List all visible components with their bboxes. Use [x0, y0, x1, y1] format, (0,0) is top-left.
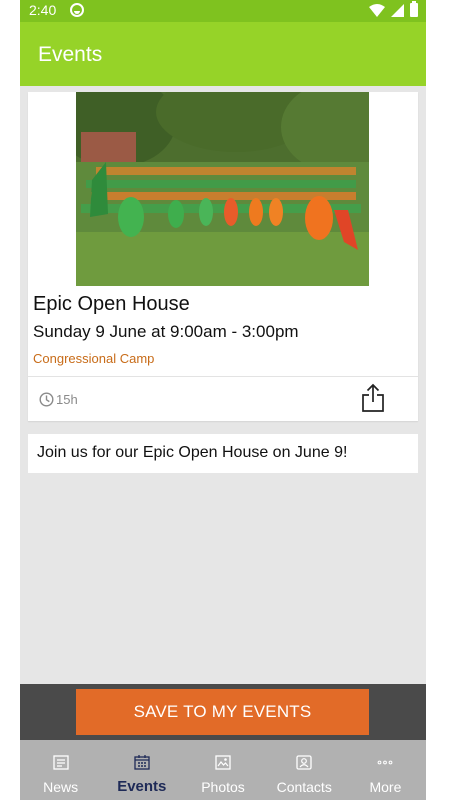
newspaper-icon	[52, 755, 69, 770]
event-photo	[76, 92, 369, 286]
share-button[interactable]	[361, 383, 385, 413]
event-description-card: Join us for our Epic Open House on June …	[28, 434, 418, 473]
nav-label-news: News	[43, 779, 79, 795]
contact-card-icon	[296, 755, 312, 770]
calendar-icon	[134, 755, 150, 770]
nav-label-events: Events	[117, 778, 167, 795]
cell-signal-icon	[391, 3, 404, 17]
status-indicators	[369, 1, 418, 17]
app-notification-icon	[70, 3, 84, 17]
nav-item-photos[interactable]: Photos	[182, 740, 263, 800]
event-card: Epic Open House Sunday 9 June at 9:00am …	[28, 92, 418, 421]
status-bar: 2:40	[20, 0, 426, 22]
event-datetime: Sunday 9 June at 9:00am - 3:00pm	[33, 322, 299, 341]
nav-item-events[interactable]: Events	[101, 740, 182, 800]
event-title: Epic Open House	[33, 293, 190, 315]
bottom-navigation: News Events Photos Contacts More	[20, 740, 426, 800]
save-bar: SAVE TO MY EVENTS	[20, 684, 426, 740]
events-screen: 2:40 Events Epic Open House Sunday 9 Jun…	[20, 0, 426, 800]
nav-label-more: More	[369, 779, 402, 795]
nav-label-contacts: Contacts	[276, 779, 332, 795]
more-dots-icon	[378, 760, 393, 765]
battery-icon	[410, 1, 418, 17]
wifi-icon	[369, 3, 385, 17]
card-divider	[28, 376, 418, 377]
photo-icon	[215, 755, 231, 770]
event-description: Join us for our Epic Open House on June …	[37, 444, 348, 461]
nav-item-contacts[interactable]: Contacts	[264, 740, 345, 800]
event-location: Congressional Camp	[33, 351, 155, 366]
status-time: 2:40	[29, 2, 57, 18]
nav-item-more[interactable]: More	[345, 740, 426, 800]
page-title: Events	[38, 43, 103, 66]
nav-label-photos: Photos	[201, 779, 245, 795]
clock-icon	[39, 392, 54, 407]
nav-item-news[interactable]: News	[20, 740, 101, 800]
app-bar: Events	[20, 22, 426, 86]
save-to-my-events-button[interactable]: SAVE TO MY EVENTS	[76, 689, 369, 735]
event-time-ago: 15h	[56, 392, 78, 407]
